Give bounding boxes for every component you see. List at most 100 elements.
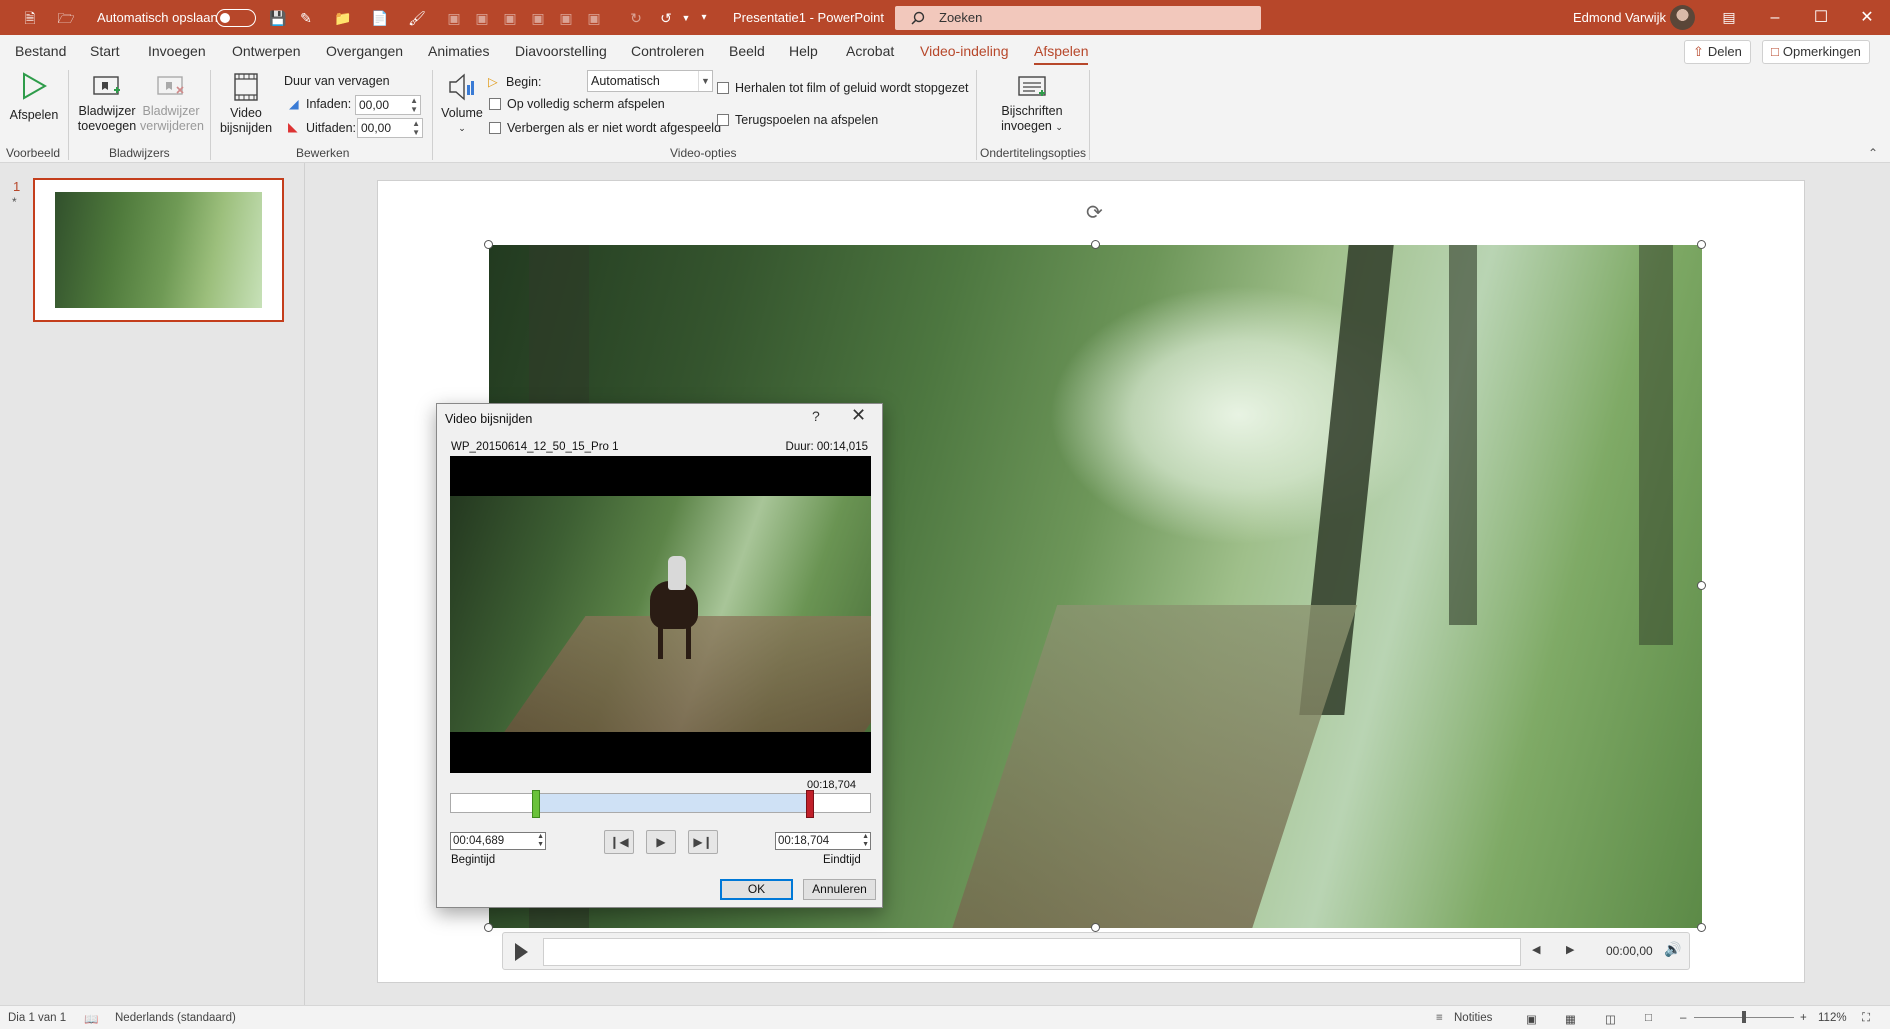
tab-beeld[interactable]: Beeld — [729, 43, 765, 59]
rewind-label: Terugspoelen na afspelen — [735, 113, 879, 127]
share-label: Delen — [1707, 44, 1742, 59]
fade-in-input[interactable]: 00,00 ▲ ▼ — [355, 95, 421, 115]
volume-icon[interactable]: 🔊 — [1664, 941, 1681, 958]
tab-overgangen[interactable]: Overgangen — [326, 43, 403, 59]
maximize-icon[interactable]: ☐ — [1798, 0, 1844, 35]
hide-not-playing-label: Verbergen als er niet wordt afgespeeld — [507, 121, 722, 135]
format-painter-icon[interactable]: 🖌 — [407, 8, 427, 28]
tab-invoegen[interactable]: Invoegen — [148, 43, 206, 59]
edit-icon[interactable]: ✎ — [296, 8, 316, 28]
reading-view-icon[interactable]: ◫ — [1605, 1012, 1616, 1026]
spinner-arrows-icon[interactable]: ▲ ▼ — [412, 119, 420, 137]
trim-timeline[interactable] — [450, 790, 871, 818]
slide-sorter-icon[interactable]: ▦ — [1565, 1012, 1576, 1026]
play-preview-button[interactable]: ▶ — [646, 830, 676, 854]
spinner-arrows-icon[interactable]: ▲ ▼ — [410, 96, 418, 114]
slide-thumbnail[interactable] — [33, 178, 284, 322]
avatar[interactable] — [1670, 5, 1695, 30]
resize-handle[interactable] — [484, 240, 493, 249]
close-icon[interactable]: ✕ — [1844, 0, 1890, 35]
fullscreen-checkbox[interactable]: Op volledig scherm afspelen — [489, 97, 665, 111]
search-box[interactable]: Zoeken — [895, 6, 1261, 30]
undo-dropdown-icon[interactable]: ▼ — [676, 8, 696, 28]
share-button[interactable]: ⇧ Delen — [1684, 40, 1751, 64]
tab-afspelen[interactable]: Afspelen — [1034, 43, 1089, 65]
tab-diavoorstelling[interactable]: Diavoorstelling — [515, 43, 607, 59]
cancel-button[interactable]: Annuleren — [803, 879, 876, 900]
user-name[interactable]: Edmond Varwijk — [1573, 10, 1666, 25]
previous-frame-icon: ❙◀ — [609, 835, 629, 849]
resize-handle[interactable] — [1697, 581, 1706, 590]
video-frame — [450, 496, 871, 732]
open-folder-icon[interactable]: 🗁 — [56, 8, 76, 28]
add-bookmark-icon — [93, 76, 120, 95]
resize-handle[interactable] — [1091, 240, 1100, 249]
media-timeline[interactable] — [543, 938, 1521, 966]
add-bookmark-label-1: Bladwijzer — [78, 104, 136, 118]
play-icon[interactable] — [515, 943, 528, 961]
tab-video-indeling[interactable]: Video-indeling — [920, 43, 1008, 59]
new-file-icon[interactable]: 🗎 — [20, 8, 40, 28]
tab-acrobat[interactable]: Acrobat — [846, 43, 894, 59]
add-bookmark-button[interactable]: Bladwijzer toevoegen — [76, 74, 138, 134]
fit-to-window-icon[interactable]: ⛶ — [1862, 1012, 1870, 1025]
start-trim-handle[interactable] — [532, 790, 540, 818]
tab-help[interactable]: Help — [789, 43, 818, 59]
help-icon[interactable]: ? — [812, 408, 820, 424]
resize-handle[interactable] — [1091, 923, 1100, 932]
fade-out-input[interactable]: 00,00 ▲ ▼ — [357, 118, 423, 138]
minimize-icon[interactable]: – — [1752, 0, 1798, 35]
insert-captions-button[interactable]: Bijschriften invoegen ⌄ — [994, 74, 1070, 135]
zoom-slider-thumb[interactable] — [1742, 1011, 1746, 1023]
resize-handle[interactable] — [1697, 923, 1706, 932]
autosave-toggle[interactable] — [216, 9, 256, 27]
undo-icon[interactable]: ↺ — [656, 8, 676, 28]
customize-toolbar-icon[interactable]: ▾ — [694, 8, 714, 28]
rewind-checkbox[interactable]: Terugspoelen na afspelen — [717, 113, 878, 127]
step-back-icon[interactable]: ◀ — [1532, 943, 1540, 956]
resize-handle[interactable] — [1697, 240, 1706, 249]
step-forward-icon[interactable]: ▶ — [1566, 943, 1574, 956]
previous-frame-button[interactable]: ❙◀ — [604, 830, 634, 854]
start-time-input[interactable]: 00:04,689 ▲ ▼ — [450, 832, 546, 850]
tab-controleren[interactable]: Controleren — [631, 43, 704, 59]
tab-start[interactable]: Start — [90, 43, 120, 59]
notes-button[interactable]: Notities — [1454, 1012, 1492, 1024]
resize-handle[interactable] — [484, 923, 493, 932]
zoom-level[interactable]: 112% — [1818, 1012, 1847, 1024]
rotate-handle-icon[interactable]: ⟳ — [1086, 200, 1103, 225]
close-icon[interactable]: ✕ — [851, 405, 866, 426]
hide-not-playing-checkbox[interactable]: Verbergen als er niet wordt afgespeeld — [489, 121, 721, 135]
tab-animaties[interactable]: Animaties — [428, 43, 489, 59]
start-select[interactable]: Automatisch ▼ — [587, 70, 713, 92]
slideshow-icon[interactable]: □ — [1645, 1012, 1652, 1024]
language[interactable]: Nederlands (standaard) — [115, 1012, 236, 1024]
collapse-ribbon-icon[interactable]: ⌃ — [1868, 146, 1878, 160]
spinner-arrows-icon[interactable]: ▲ ▼ — [862, 833, 869, 849]
document-icon[interactable]: 📄 — [370, 8, 390, 28]
next-frame-button[interactable]: ▶❙ — [688, 830, 718, 854]
ribbon-display-icon[interactable]: ▤ — [1706, 0, 1752, 35]
zoom-out-icon[interactable]: – — [1680, 1012, 1686, 1024]
media-controls: ◀ ▶ 00:00,00 🔊 — [502, 932, 1690, 970]
loop-checkbox[interactable]: Herhalen tot film of geluid wordt stopge… — [717, 81, 968, 95]
tab-bestand[interactable]: Bestand — [15, 43, 66, 59]
zoom-in-icon[interactable]: + — [1800, 1012, 1807, 1024]
comments-button[interactable]: □ Opmerkingen — [1762, 40, 1870, 64]
ok-button[interactable]: OK — [720, 879, 793, 900]
trim-selection — [537, 794, 809, 812]
notes-icon[interactable]: ≡ — [1436, 1012, 1443, 1024]
end-time-input[interactable]: 00:18,704 ▲ ▼ — [775, 832, 871, 850]
end-trim-handle[interactable] — [806, 790, 814, 818]
volume-button[interactable]: Volume ⌄ — [438, 72, 486, 136]
play-button[interactable]: Afspelen — [8, 72, 60, 123]
spelling-icon[interactable]: 📖 — [84, 1012, 98, 1026]
tab-ontwerpen[interactable]: Ontwerpen — [232, 43, 300, 59]
remove-bookmark-label-1: Bladwijzer — [142, 104, 200, 118]
normal-view-icon[interactable]: ▣ — [1526, 1012, 1537, 1026]
trim-video-button[interactable]: Video bijsnijden — [216, 72, 276, 136]
spinner-arrows-icon[interactable]: ▲ ▼ — [537, 833, 544, 849]
folder-icon[interactable]: 📁 — [333, 8, 353, 28]
insert-captions-label-2: invoegen ⌄ — [994, 119, 1070, 135]
save-icon[interactable]: 💾 — [268, 8, 288, 28]
